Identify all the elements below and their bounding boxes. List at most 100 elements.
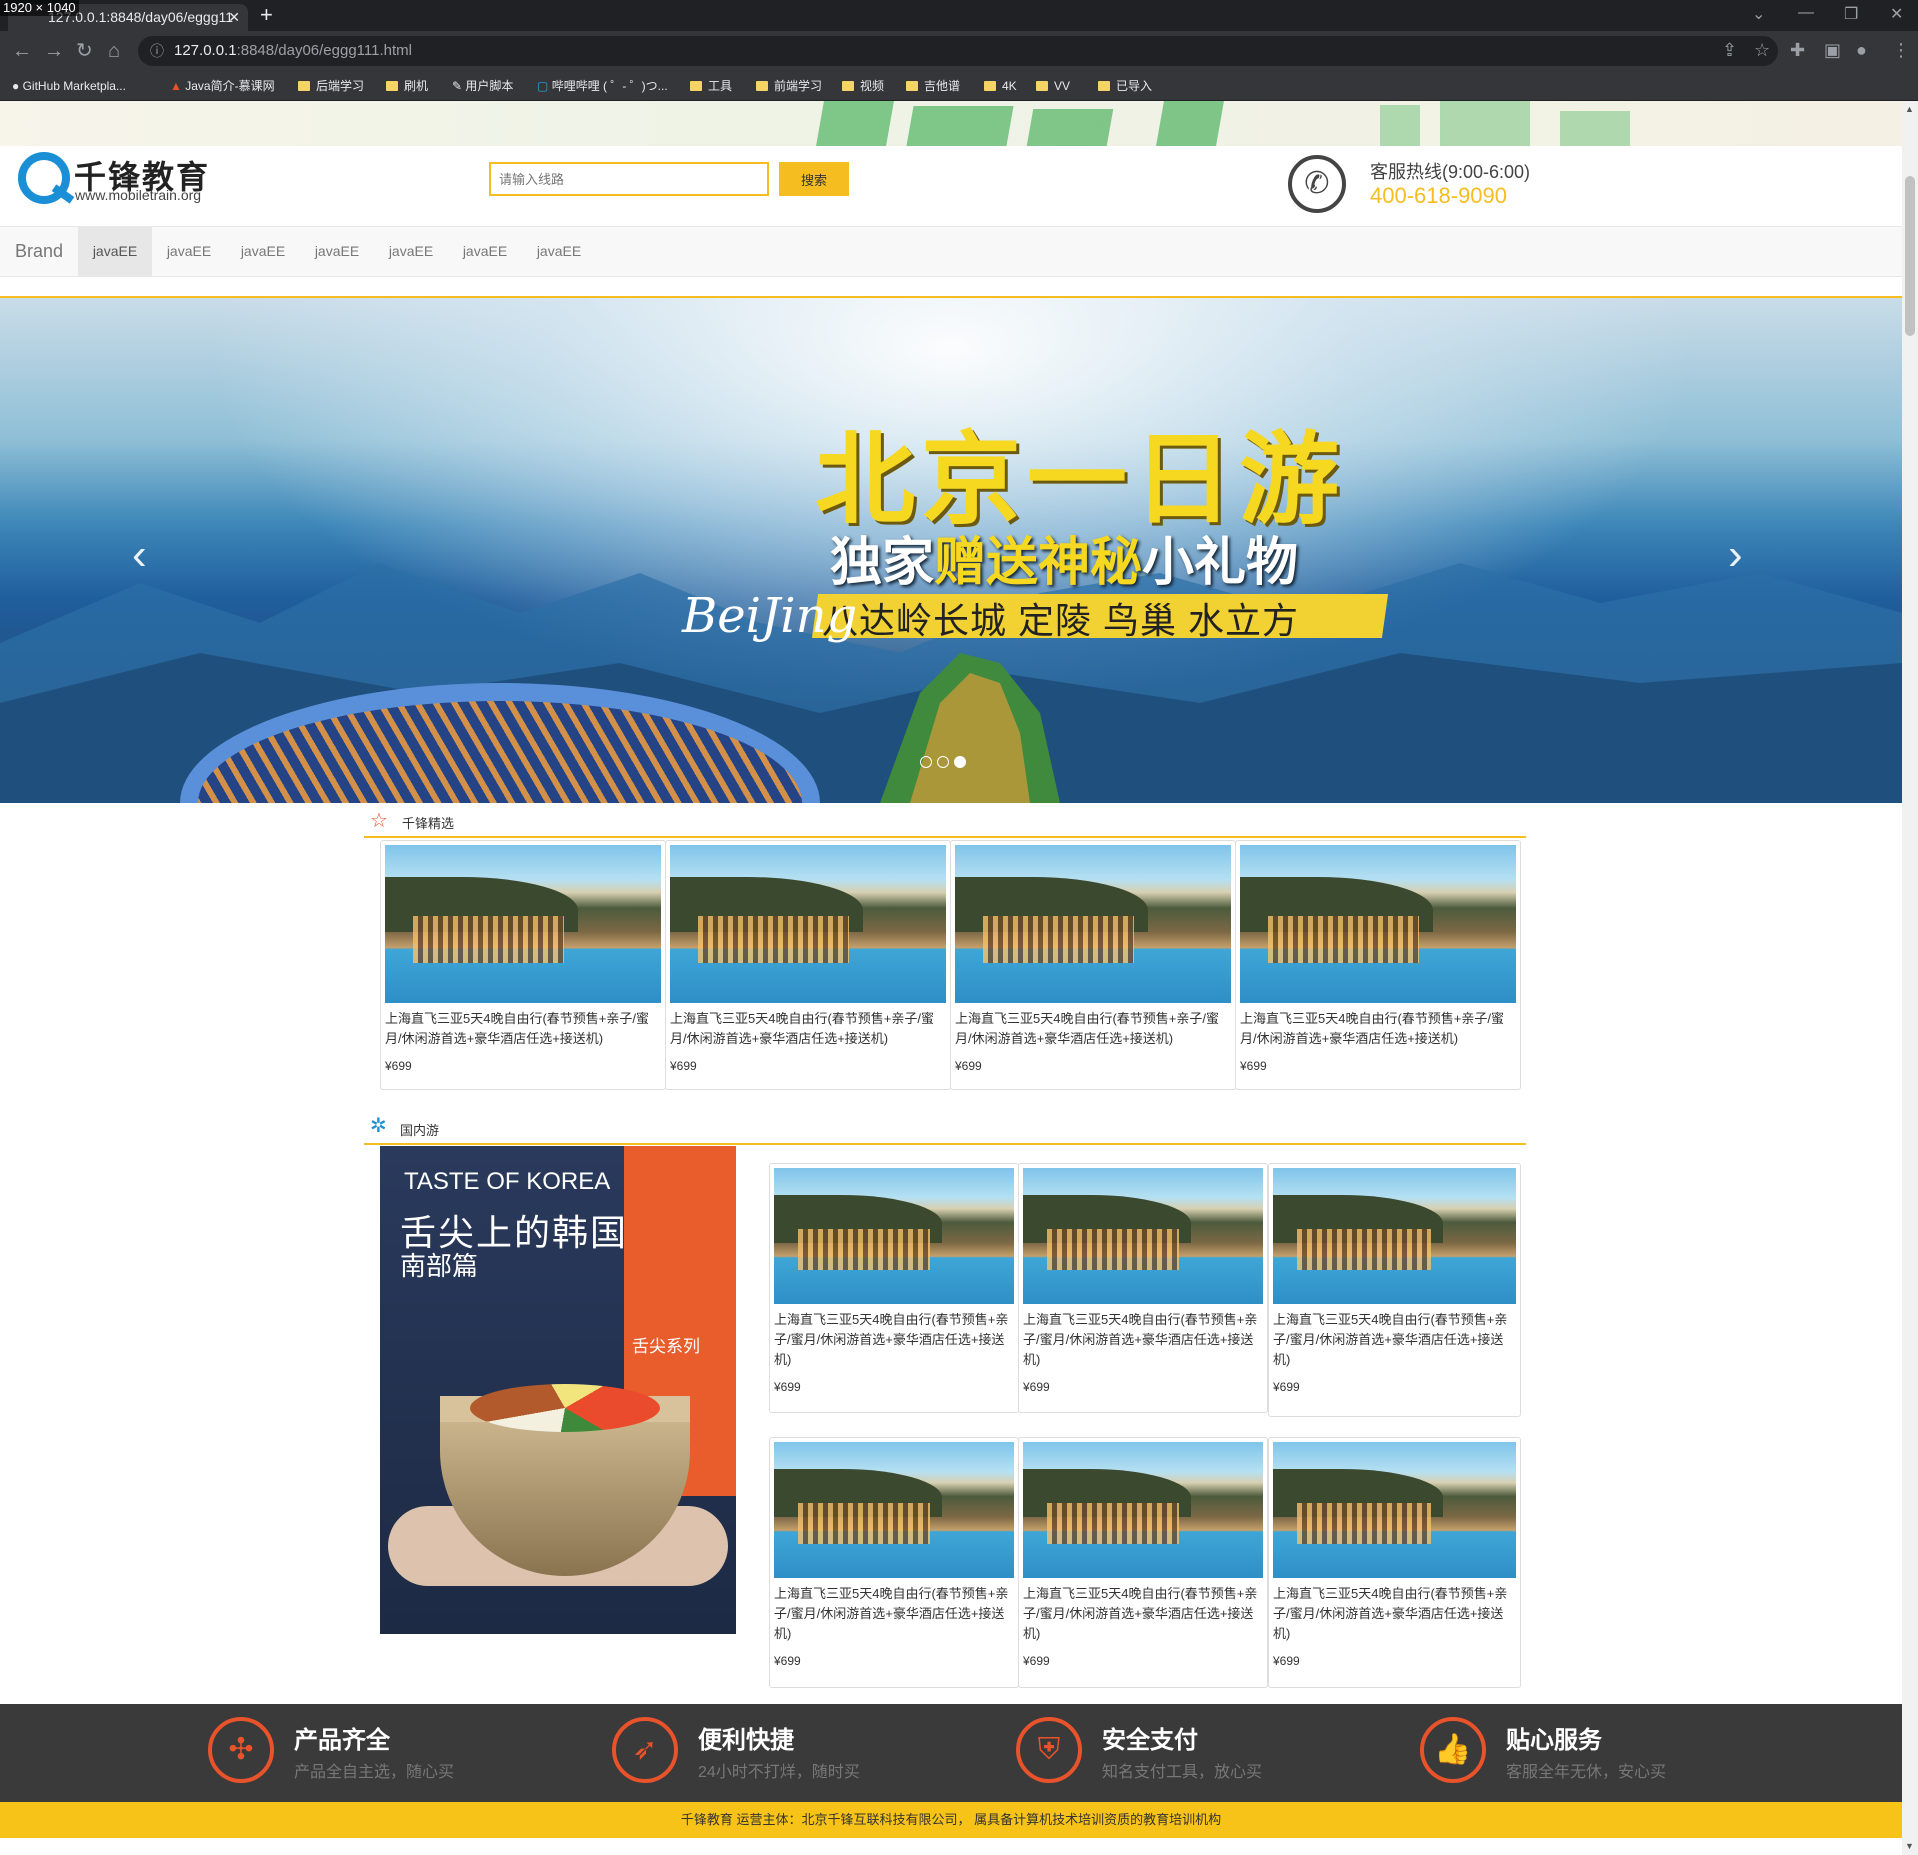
url-path: :8848/day06/eggg111.html [236,42,412,59]
close-window-icon[interactable]: ✕ [1890,4,1903,24]
star-icon: ☆ [370,810,388,832]
product-card[interactable]: 上海直飞三亚5天4晚自由行(春节预售+亲子/蜜月/休闲游首选+豪华酒店任选+接送… [1018,1437,1268,1688]
carousel-dot[interactable] [920,756,932,768]
product-price: ¥699 [1273,1654,1300,1668]
product-image [1023,1168,1263,1304]
bookmark-item[interactable]: 4K [984,77,1017,95]
bookmark-item[interactable]: 后端学习 [298,77,364,95]
section-divider [364,1143,1526,1145]
product-image [1273,1442,1516,1578]
bookmark-item[interactable]: 前端学习 [756,77,822,95]
screen-size-label: 1920 × 1040 [0,0,79,16]
bookmark-item[interactable]: 视频 [842,77,884,95]
menu-icon[interactable]: ⋮ [1892,40,1910,61]
url-host: 127.0.0.1 [174,42,237,59]
bookmark-item[interactable]: ● GitHub Marketpla... [12,77,126,95]
product-card[interactable]: 上海直飞三亚5天4晚自由行(春节预售+亲子/蜜月/休闲游首选+豪华酒店任选+接送… [769,1437,1019,1688]
carousel-dot[interactable] [954,756,966,768]
nav-item[interactable]: javaEE [152,227,226,276]
feature-title: 贴心服务 [1506,1727,1602,1754]
feature-subtitle: 客服全年无休，安心买 [1506,1764,1667,1781]
folder-icon [1036,81,1048,91]
nav-item[interactable]: javaEE [448,227,522,276]
tab-search-icon[interactable]: ⌄ [1752,4,1765,24]
product-price: ¥699 [670,1059,697,1073]
korea-title-en: TASTE OF KOREA [404,1168,611,1195]
restore-icon[interactable]: ❐ [1844,4,1858,24]
folder-icon [906,81,918,91]
main-navbar: Brand javaEE javaEE javaEE javaEE javaEE… [0,226,1902,277]
share-icon[interactable]: ⇪ [1722,40,1737,61]
bookmark-item[interactable]: ▲ Java简介-慕课网 [170,77,275,95]
address-bar[interactable]: ⓘ 127.0.0.1:8848/day06/eggg111.html [138,36,1778,66]
minimize-icon[interactable]: — [1798,4,1814,22]
bookmark-item[interactable]: ▢ 哔哩哔哩 ( ゜- ゜)つ... [537,77,668,95]
scroll-up-icon[interactable]: ▲ [1905,104,1914,114]
search-button[interactable]: 搜索 [779,162,849,196]
korea-subtitle: 南部篇 [400,1251,479,1281]
site-info-icon[interactable]: ⓘ [150,36,164,66]
banner-shape [1440,101,1530,146]
home-icon[interactable]: ⌂ [108,39,120,63]
bookmark-item[interactable]: 刷机 [386,77,428,95]
bookmark-item[interactable]: ✎ 用户脚本 [452,77,513,95]
product-card[interactable]: 上海直飞三亚5天4晚自由行(春节预售+亲子/蜜月/休闲游首选+豪华酒店任选+接送… [769,1163,1019,1413]
reload-icon[interactable]: ↻ [76,39,93,63]
scrollbar-thumb[interactable] [1905,176,1915,336]
product-card[interactable]: 上海直飞三亚5天4晚自由行(春节预售+亲子/蜜月/休闲游首选+豪华酒店任选+接送… [1268,1437,1521,1688]
banner-shape [906,106,1014,146]
korea-promo-image[interactable]: TASTE OF KOREA 舌尖上的韩国 南部篇 舌尖系列 [380,1146,736,1634]
korea-series-label: 舌尖系列 [632,1337,700,1356]
feature-title: 产品齐全 [294,1727,390,1754]
bookmark-star-icon[interactable]: ☆ [1754,40,1770,61]
carousel-next-icon[interactable]: › [1728,530,1743,580]
product-card[interactable]: 上海直飞三亚5天4晚自由行(春节预售+亲子/蜜月/休闲游首选+豪华酒店任选+接送… [1235,840,1521,1090]
product-image [955,845,1231,1003]
bookmark-item[interactable]: 吉他谱 [906,77,960,95]
product-card[interactable]: 上海直飞三亚5天4晚自由行(春节预售+亲子/蜜月/休闲游首选+豪华酒店任选+接送… [380,840,666,1090]
page-scrollbar[interactable]: ▲ ▼ [1902,101,1918,1855]
product-desc: 上海直飞三亚5天4晚自由行(春节预售+亲子/蜜月/休闲游首选+豪华酒店任选+接送… [670,1011,934,1046]
site-header: 千锋教育 www.mobiletrain.org 搜索 ✆ 客服热线(9:00-… [0,146,1902,226]
navbar-brand[interactable]: Brand [15,241,63,262]
product-card[interactable]: 上海直飞三亚5天4晚自由行(春节预售+亲子/蜜月/休闲游首选+豪华酒店任选+接送… [950,840,1236,1090]
grid-icon: ✣ [208,1717,274,1783]
logo-q-icon [18,152,70,204]
features-bar: ✣ 产品齐全 产品全自主选，随心买 ➶ 便利快捷 24小时不打烊，随时买 ⛨ 安… [0,1704,1902,1802]
scroll-down-icon[interactable]: ▼ [1905,1841,1914,1851]
product-price: ¥699 [1023,1654,1050,1668]
back-icon[interactable]: ← [12,39,32,63]
web-page: 千锋教育 www.mobiletrain.org 搜索 ✆ 客服热线(9:00-… [0,101,1902,1855]
hero-carousel[interactable]: 北京一日游 独家赠送神秘小礼物 八达岭长城 定陵 鸟巢 水立方 BeiJing … [0,298,1902,803]
folder-icon [1098,81,1110,91]
product-image [1240,845,1516,1003]
side-panel-icon[interactable]: ▣ [1824,40,1841,61]
new-tab-icon[interactable]: + [260,2,273,28]
profile-avatar[interactable]: ● [1856,40,1867,61]
route-search-input[interactable] [489,162,769,196]
nav-item[interactable]: javaEE [522,227,596,276]
product-price: ¥699 [774,1654,801,1668]
product-card[interactable]: 上海直飞三亚5天4晚自由行(春节预售+亲子/蜜月/休闲游首选+豪华酒店任选+接送… [1268,1163,1521,1417]
top-banner-image [0,101,1902,146]
product-card[interactable]: 上海直飞三亚5天4晚自由行(春节预售+亲子/蜜月/休闲游首选+豪华酒店任选+接送… [1018,1163,1268,1413]
fire-icon: ▲ [170,79,182,93]
nav-item[interactable]: javaEE [374,227,448,276]
extensions-icon[interactable]: ✚ [1790,40,1805,61]
nav-item[interactable]: javaEE [300,227,374,276]
nav-item[interactable]: javaEE [78,227,152,276]
feature-subtitle: 24小时不打烊，随时买 [698,1764,860,1781]
banner-shape [816,101,894,146]
product-card[interactable]: 上海直飞三亚5天4晚自由行(春节预售+亲子/蜜月/休闲游首选+豪华酒店任选+接送… [665,840,951,1090]
forward-icon[interactable]: → [44,39,64,63]
shield-icon: ⛨ [1016,1717,1082,1783]
nav-item[interactable]: javaEE [226,227,300,276]
carousel-dot[interactable] [937,756,949,768]
bookmark-item[interactable]: VV [1036,77,1070,95]
tab-close-icon[interactable]: ✕ [228,4,240,31]
address-toolbar: ← → ↻ ⌂ ⓘ 127.0.0.1:8848/day06/eggg111.h… [0,31,1918,71]
bookmark-item[interactable]: 已导入 [1098,77,1152,95]
folder-icon [842,81,854,91]
bookmark-item[interactable]: 工具 [690,77,732,95]
carousel-prev-icon[interactable]: ‹ [132,530,147,580]
